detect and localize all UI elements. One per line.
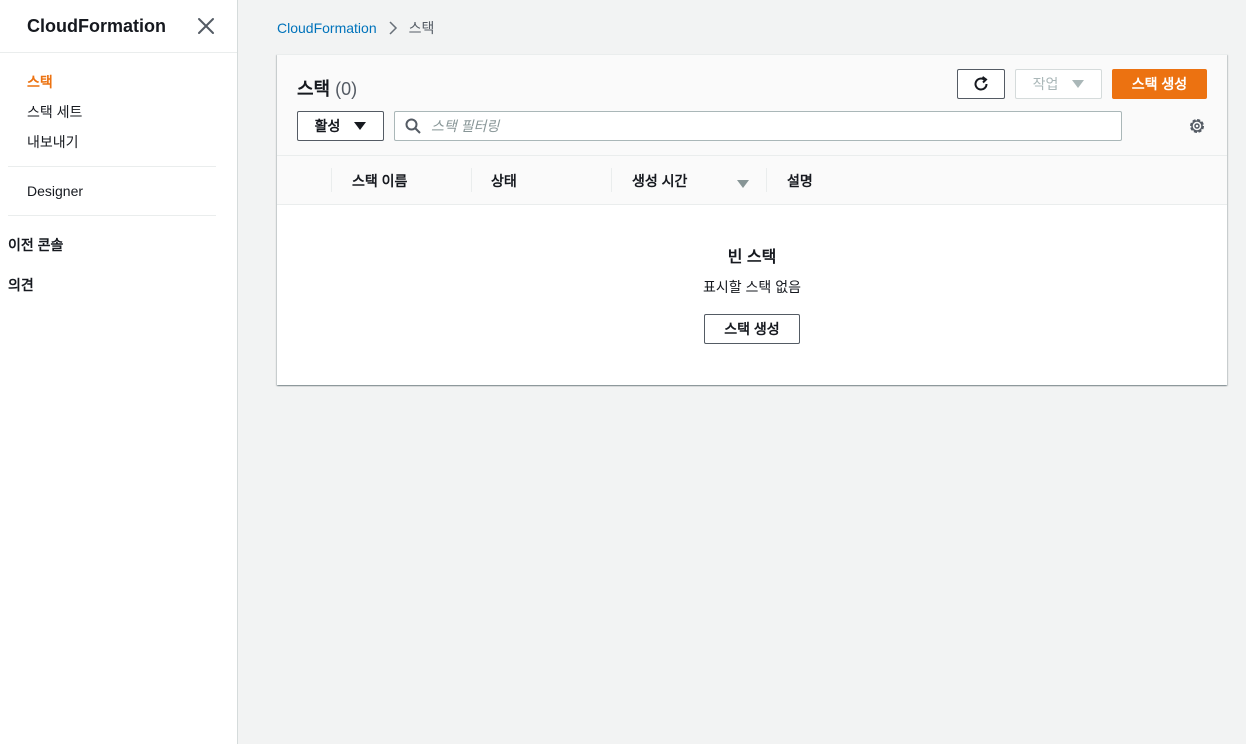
sidebar-item-stacks[interactable]: 스택 [0, 67, 237, 97]
empty-state-description: 표시할 스택 없음 [703, 279, 801, 295]
page-title: 스택 (0) [297, 75, 357, 101]
nav-list: 스택 스택 세트 내보내기 Designer 이전 콘솔 의견 [0, 53, 237, 305]
sidebar-item-exports[interactable]: 내보내기 [0, 127, 237, 157]
column-header-status[interactable]: 상태 [491, 156, 517, 205]
sidebar-item-stacksets[interactable]: 스택 세트 [0, 97, 237, 127]
search-input[interactable] [431, 118, 1121, 134]
panel-title-text: 스택 [297, 79, 331, 99]
status-filter-dropdown[interactable]: 활성 [297, 111, 384, 141]
sidebar-title: CloudFormation [27, 15, 166, 36]
column-divider [766, 168, 767, 192]
status-filter-label: 활성 [314, 118, 341, 134]
sidebar-item-feedback[interactable]: 의견 [0, 265, 237, 305]
caret-down-icon [354, 122, 367, 130]
stacks-panel: 스택 (0) 작업 스택 생성 활성 스택 필터링 스택 이름 상태 생성 시간… [277, 54, 1227, 385]
column-header-created-time[interactable]: 생성 시간 [632, 156, 687, 205]
breadcrumb-current: 스택 [408, 20, 435, 36]
actions-label: 작업 [1032, 76, 1059, 92]
chevron-right-icon [388, 21, 398, 35]
empty-state-title: 빈 스택 [727, 249, 777, 266]
sidebar: CloudFormation 스택 스택 세트 내보내기 Designer 이전… [0, 0, 238, 744]
empty-state: 빈 스택 표시할 스택 없음 스택 생성 [277, 206, 1227, 344]
panel-header: 스택 (0) 작업 스택 생성 활성 [277, 55, 1227, 156]
column-divider [471, 168, 472, 192]
refresh-icon [974, 76, 988, 91]
sort-descending-icon[interactable] [737, 176, 749, 192]
column-header-stack-name[interactable]: 스택 이름 [352, 156, 407, 205]
column-divider [331, 168, 332, 192]
sidebar-item-previous-console[interactable]: 이전 콘솔 [0, 225, 237, 265]
breadcrumb-root-link[interactable]: CloudFormation [277, 20, 377, 36]
caret-down-icon [1072, 80, 1085, 88]
column-header-description[interactable]: 설명 [787, 156, 813, 205]
breadcrumb: CloudFormation 스택 [277, 18, 434, 38]
actions-button[interactable]: 작업 [1015, 69, 1102, 99]
empty-create-stack-button[interactable]: 스택 생성 [704, 314, 800, 344]
search-box [394, 111, 1122, 141]
nav-divider [8, 166, 216, 167]
sidebar-item-designer[interactable]: Designer [0, 176, 237, 206]
nav-divider [8, 215, 216, 216]
refresh-button[interactable] [957, 69, 1005, 99]
gear-icon[interactable] [1187, 116, 1207, 136]
sidebar-header: CloudFormation [0, 0, 237, 53]
column-divider [611, 168, 612, 192]
create-stack-button[interactable]: 스택 생성 [1112, 69, 1207, 99]
table-header: 스택 이름 상태 생성 시간 설명 [277, 156, 1227, 205]
stack-count: (0) [335, 79, 358, 99]
close-icon[interactable] [197, 17, 215, 35]
search-icon [405, 118, 421, 134]
